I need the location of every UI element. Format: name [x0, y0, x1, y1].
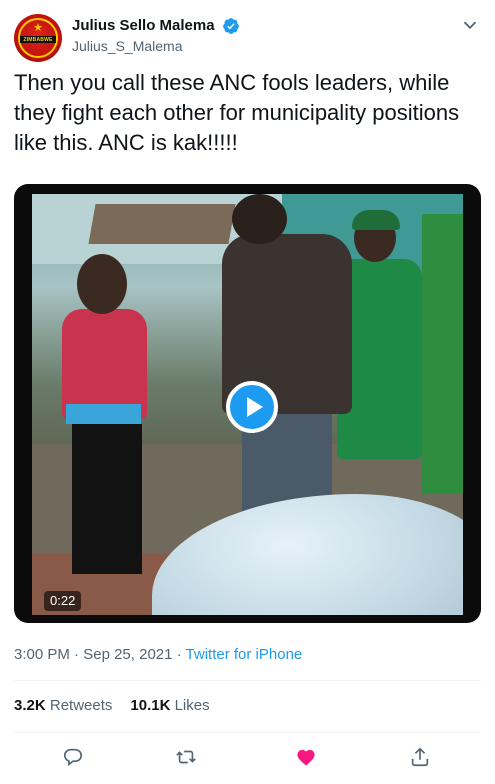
likes-count: 10.1K — [130, 697, 171, 714]
like-button[interactable] — [291, 742, 321, 772]
chevron-down-icon[interactable] — [459, 14, 481, 36]
author-display-name[interactable]: Julius Sello Malema — [72, 16, 215, 36]
verified-badge-icon — [223, 18, 239, 34]
reply-icon — [63, 748, 83, 766]
scene-person-woman-band — [66, 404, 141, 424]
video-player[interactable]: 0:22 — [14, 184, 481, 623]
reply-button[interactable] — [58, 742, 88, 772]
divider — [14, 732, 481, 733]
play-button[interactable] — [226, 381, 278, 433]
scene-person-woman-top — [62, 309, 147, 419]
video-duration: 0:22 — [44, 591, 82, 611]
share-icon — [411, 747, 429, 767]
retweets-count: 3.2K — [14, 697, 46, 714]
scene-person-woman-head — [77, 254, 127, 314]
scene-person-right — [422, 214, 463, 494]
retweet-icon — [176, 750, 196, 764]
avatar-logo-text: ZIMBABWE — [23, 37, 53, 43]
like-icon — [297, 749, 315, 766]
author-handle[interactable]: Julius_S_Malema — [72, 36, 240, 56]
tweet-header: ★ ZIMBABWE Julius Sello Malema Julius_S_… — [14, 12, 481, 62]
retweets-stat[interactable]: 3.2K Retweets — [14, 697, 112, 714]
scene-person-woman — [52, 254, 162, 574]
avatar[interactable]: ★ ZIMBABWE — [14, 14, 62, 62]
tweet-card: ★ ZIMBABWE Julius Sello Malema Julius_S_… — [0, 0, 495, 784]
tweet-actions — [0, 742, 495, 772]
share-button[interactable] — [405, 742, 435, 772]
tweet-time[interactable]: 3:00 PM — [14, 646, 70, 663]
scene-person-man-head — [232, 194, 287, 244]
likes-stat[interactable]: 10.1K Likes — [130, 697, 209, 714]
play-icon — [247, 397, 263, 417]
tweet-meta: 3:00 PM · Sep 25, 2021 · Twitter for iPh… — [14, 645, 302, 665]
tweet-source-link[interactable]: Twitter for iPhone — [186, 646, 303, 663]
retweet-button[interactable] — [171, 742, 201, 772]
meta-separator: · — [172, 646, 186, 663]
retweets-label: Retweets — [49, 697, 113, 714]
avatar-star-icon: ★ — [33, 22, 43, 34]
likes-label: Likes — [174, 697, 210, 714]
scene-person-woman-legs — [72, 424, 142, 574]
meta-separator: · — [69, 646, 84, 663]
scene-person-man — [202, 194, 362, 539]
tweet-date[interactable]: Sep 25, 2021 — [83, 646, 172, 663]
tweet-stats: 3.2K Retweets 10.1K Likes — [14, 696, 210, 716]
tweet-text: Then you call these ANC fools leaders, w… — [14, 70, 460, 155]
author-names: Julius Sello Malema Julius_S_Malema — [72, 16, 240, 56]
divider — [14, 680, 481, 681]
